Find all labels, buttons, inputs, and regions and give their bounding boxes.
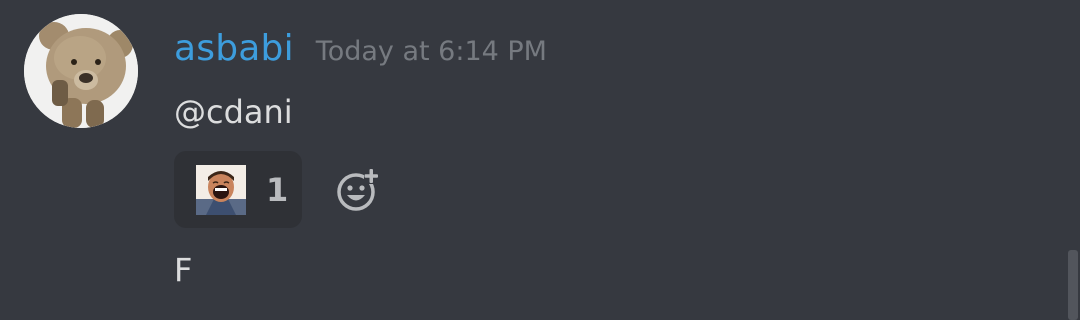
reaction-laughing-man[interactable]: 1 <box>174 151 302 228</box>
reaction-count: 1 <box>266 170 289 209</box>
teddy-bear-avatar-image <box>24 14 138 128</box>
user-mention[interactable]: @cdani <box>174 93 293 131</box>
add-reaction-icon[interactable] <box>334 166 382 214</box>
message-header: asbabi Today at 6:14 PM <box>174 24 547 74</box>
message-group: asbabi Today at 6:14 PM @cdani 1 F <box>0 0 1066 320</box>
message-content-followup: F <box>174 251 193 289</box>
avatar[interactable] <box>24 14 138 128</box>
message-timestamp: Today at 6:14 PM <box>315 36 547 67</box>
message-content: @cdani <box>174 90 293 134</box>
reactions-row: 1 <box>174 151 382 228</box>
scrollbar-track[interactable] <box>1066 0 1080 320</box>
author-username[interactable]: asbabi <box>174 24 294 74</box>
laughing-man-emoji-icon <box>196 164 246 215</box>
scrollbar-thumb[interactable] <box>1068 250 1078 320</box>
